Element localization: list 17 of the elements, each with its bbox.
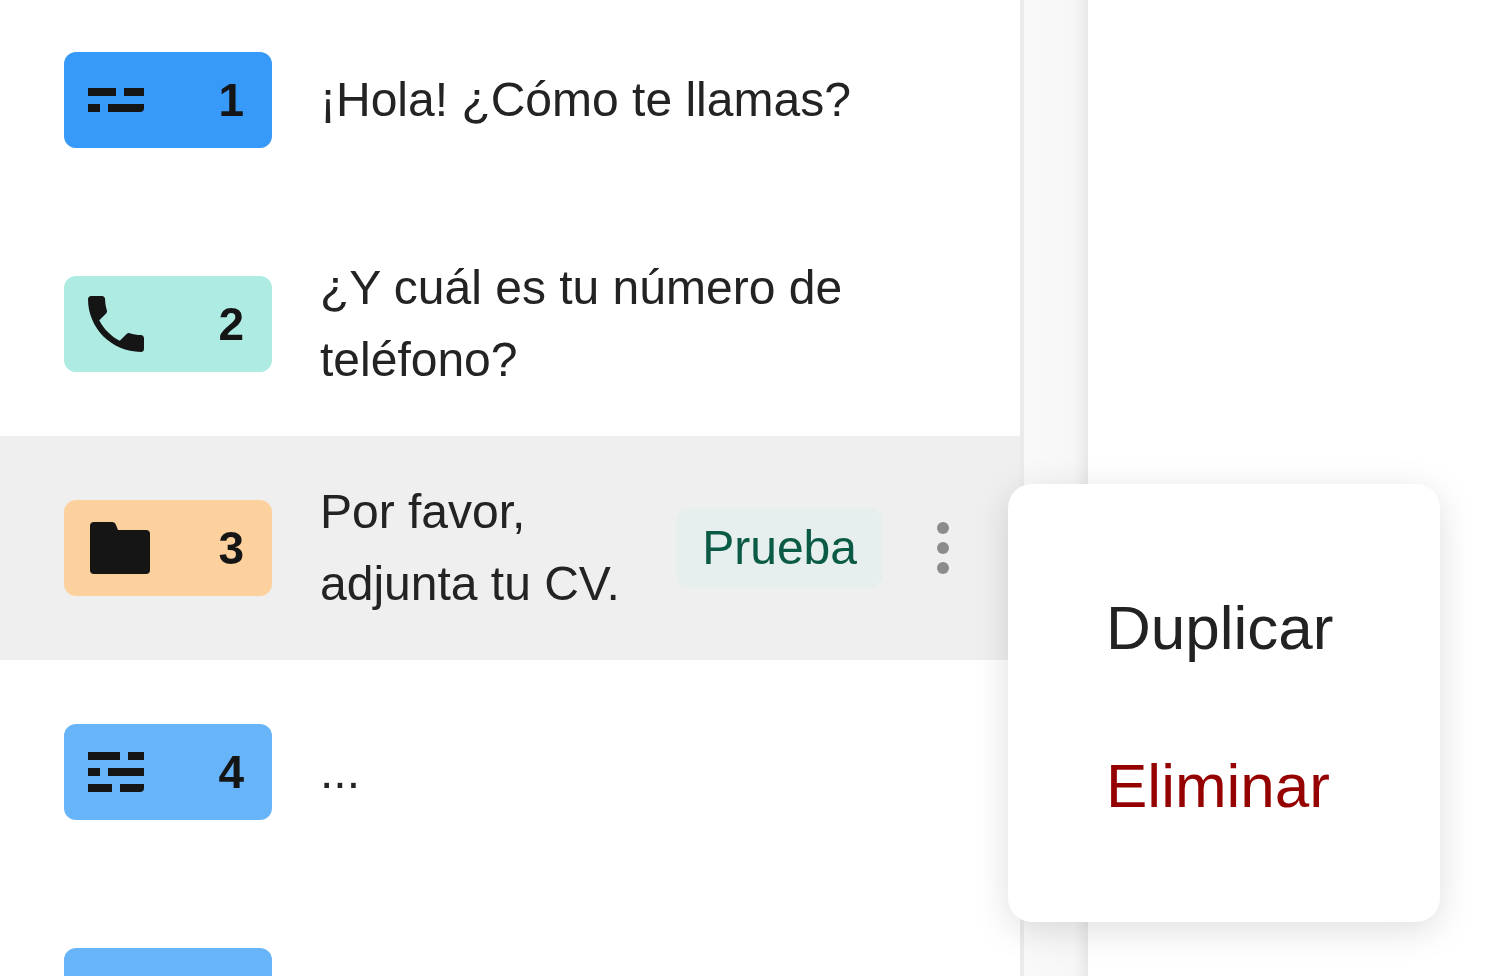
- question-number: 3: [218, 521, 244, 576]
- question-number: 2: [218, 297, 244, 352]
- question-text: ¡Hola! ¿Cómo te llamas?: [320, 72, 852, 128]
- status-tag: Prueba: [676, 508, 883, 588]
- question-number: 4: [218, 745, 244, 800]
- more-vertical-icon: [937, 522, 949, 574]
- question-text: ¿Y cuál es tu número de teléfono?: [320, 260, 844, 388]
- folder-icon: [90, 522, 150, 574]
- question-row[interactable]: 1 ¡Hola! ¿Cómo te llamas?: [0, 0, 1020, 212]
- long-text-icon: [88, 752, 144, 792]
- question-row[interactable]: 2 ¿Y cuál es tu número de teléfono?: [0, 212, 1020, 436]
- question-text: ...: [320, 744, 361, 800]
- phone-icon: [88, 296, 144, 352]
- question-text: Por favor, adjunta tu CV.: [320, 484, 621, 612]
- question-row[interactable]: 3 Por favor, adjunta tu CV. Prueba: [0, 436, 1020, 660]
- question-number: 1: [218, 73, 244, 128]
- short-text-icon: [88, 88, 144, 112]
